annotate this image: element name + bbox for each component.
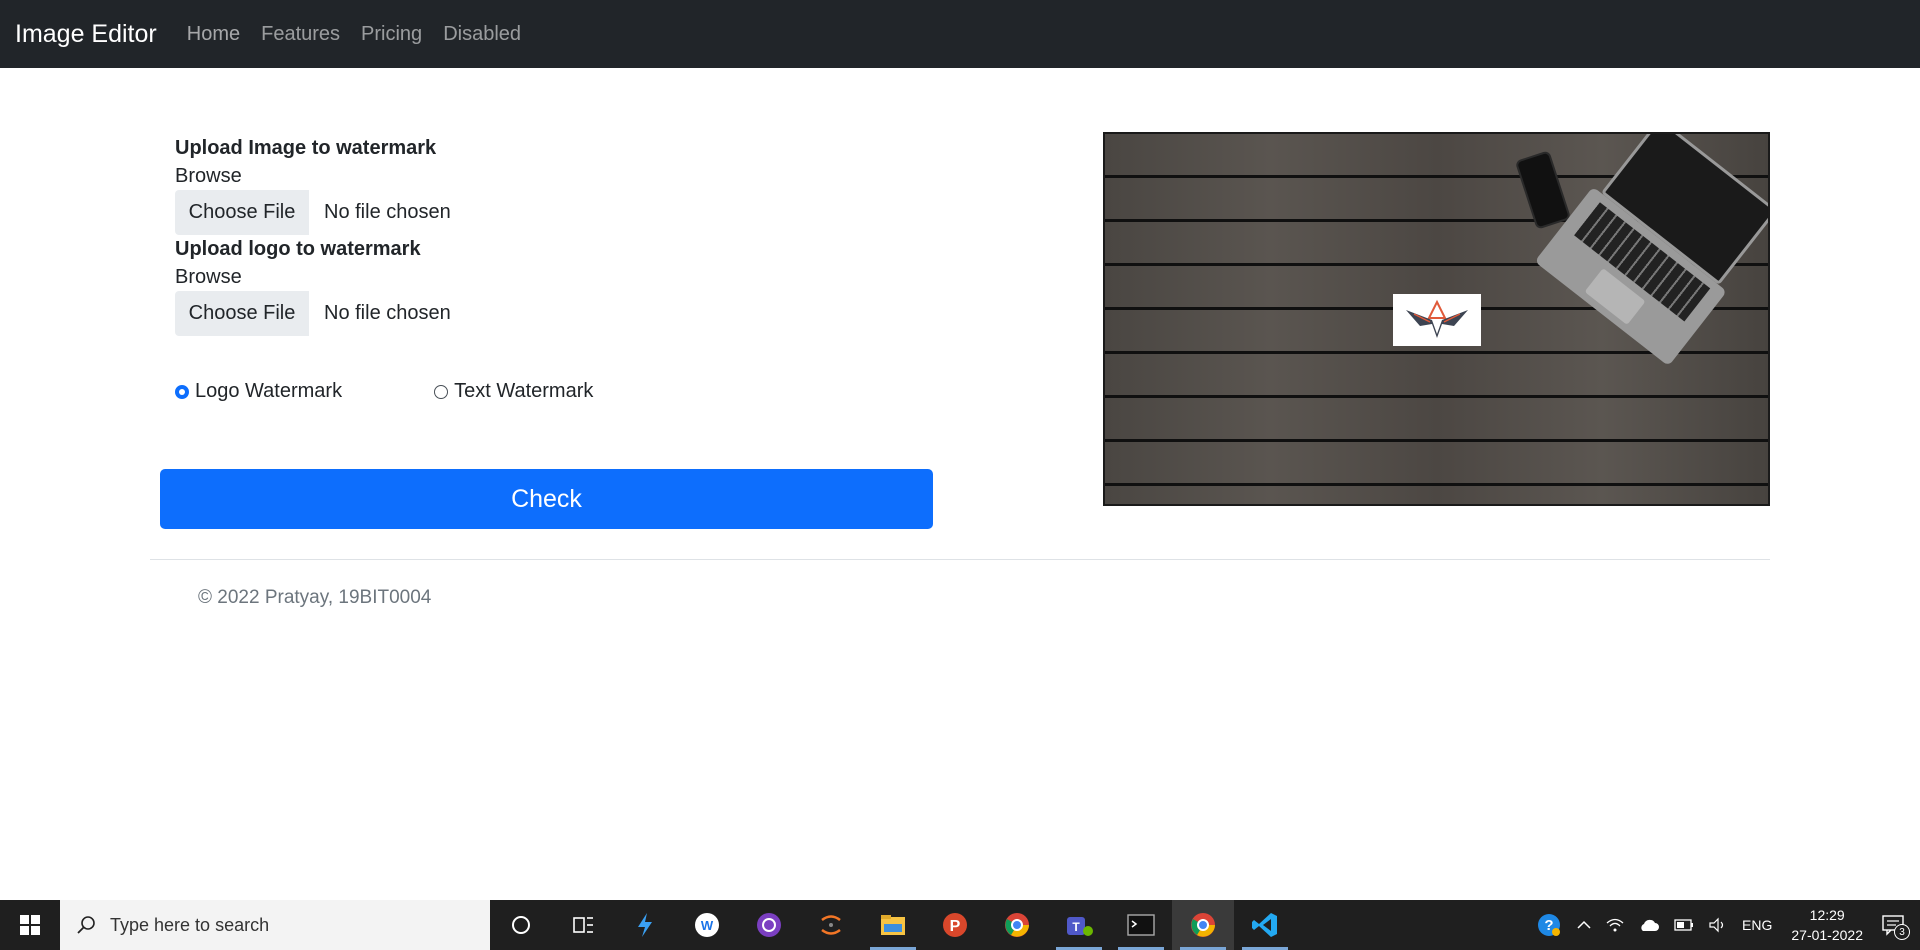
logo-browse-label: Browse [175, 266, 242, 288]
nav-link-pricing[interactable]: Pricing [361, 23, 422, 46]
search-icon [77, 916, 95, 934]
postman-icon[interactable]: P [924, 900, 986, 950]
wifi-icon[interactable] [1606, 917, 1624, 933]
svg-text:W: W [701, 918, 714, 933]
notification-center-icon[interactable]: 3 [1882, 914, 1910, 940]
logo-upload-title: Upload logo to watermark [175, 238, 421, 260]
help-icon[interactable]: ? [1536, 912, 1562, 938]
terminal-icon[interactable] [1110, 900, 1172, 950]
image-file-input[interactable]: Choose File No file chosen [175, 190, 935, 235]
cortana-icon[interactable] [490, 900, 552, 950]
brand-link[interactable]: Image Editor [15, 20, 157, 49]
logo-choose-file-button[interactable]: Choose File [175, 291, 309, 336]
upload-form: Upload Image to watermark Browse Choose … [175, 134, 935, 336]
logo-file-status: No file chosen [324, 302, 451, 324]
laptop-graphic [1534, 134, 1768, 367]
onedrive-cloud-icon[interactable] [1638, 918, 1660, 932]
azure-data-studio-icon[interactable] [614, 900, 676, 950]
footer-copyright: © 2022 Pratyay, 19BIT0004 [198, 587, 432, 608]
task-view-icon[interactable] [552, 900, 614, 950]
clock-time: 12:29 [1809, 907, 1845, 923]
image-upload-title: Upload Image to watermark [175, 137, 437, 159]
nav-link-features[interactable]: Features [261, 23, 340, 46]
logo-file-input[interactable]: Choose File No file chosen [175, 291, 935, 336]
image-file-status: No file chosen [324, 201, 451, 223]
image-browse-label: Browse [175, 165, 242, 187]
vscode-icon[interactable] [1234, 900, 1296, 950]
clock-date: 27-01-2022 [1791, 927, 1863, 943]
taskbar-clock[interactable]: 12:29 27-01-2022 [1791, 905, 1863, 945]
logo-watermark-radio[interactable] [175, 384, 189, 399]
svg-text:T: T [1072, 920, 1080, 934]
taskbar-search-box[interactable]: Type here to search [60, 900, 490, 950]
windows-taskbar: Type here to search W P T ? ENG 12:29 27… [0, 900, 1920, 950]
eagle-logo-icon [1406, 299, 1468, 338]
teams-icon[interactable]: T [1048, 900, 1110, 950]
volume-icon[interactable] [1708, 917, 1728, 933]
github-desktop-icon[interactable] [738, 900, 800, 950]
jupyter-icon[interactable] [800, 900, 862, 950]
phone-graphic [1514, 150, 1572, 230]
logo-watermark-mark [1393, 294, 1481, 346]
svg-text:P: P [950, 918, 961, 935]
chevron-up-icon[interactable] [1576, 917, 1592, 933]
chrome-active-icon[interactable] [1172, 900, 1234, 950]
text-watermark-label: Text Watermark [454, 380, 594, 402]
onenote-icon[interactable]: W [676, 900, 738, 950]
logo-watermark-label: Logo Watermark [195, 380, 343, 402]
navbar: Image Editor Home Features Pricing Disab… [0, 0, 1920, 68]
check-button[interactable]: Check [160, 469, 933, 529]
search-placeholder: Type here to search [110, 914, 270, 935]
text-watermark-radio[interactable] [434, 384, 449, 399]
image-choose-file-button[interactable]: Choose File [175, 190, 309, 235]
file-explorer-icon[interactable] [862, 900, 924, 950]
start-button[interactable] [0, 900, 60, 950]
footer-divider [150, 559, 1770, 560]
text-watermark-option[interactable]: Text Watermark [434, 380, 593, 403]
windows-logo-icon [20, 915, 40, 935]
notification-count-badge: 3 [1894, 924, 1910, 940]
system-tray: ? ENG 12:29 27-01-2022 3 [1529, 900, 1920, 950]
battery-icon[interactable] [1674, 919, 1694, 931]
watermark-type-radios: Logo Watermark Text Watermark [175, 380, 593, 403]
language-indicator[interactable]: ENG [1742, 917, 1772, 933]
nav-link-home[interactable]: Home [187, 23, 240, 46]
chrome-icon[interactable] [986, 900, 1048, 950]
nav-link-disabled: Disabled [443, 22, 522, 45]
logo-watermark-option[interactable]: Logo Watermark [175, 380, 342, 403]
watermarked-preview-image [1103, 132, 1770, 506]
